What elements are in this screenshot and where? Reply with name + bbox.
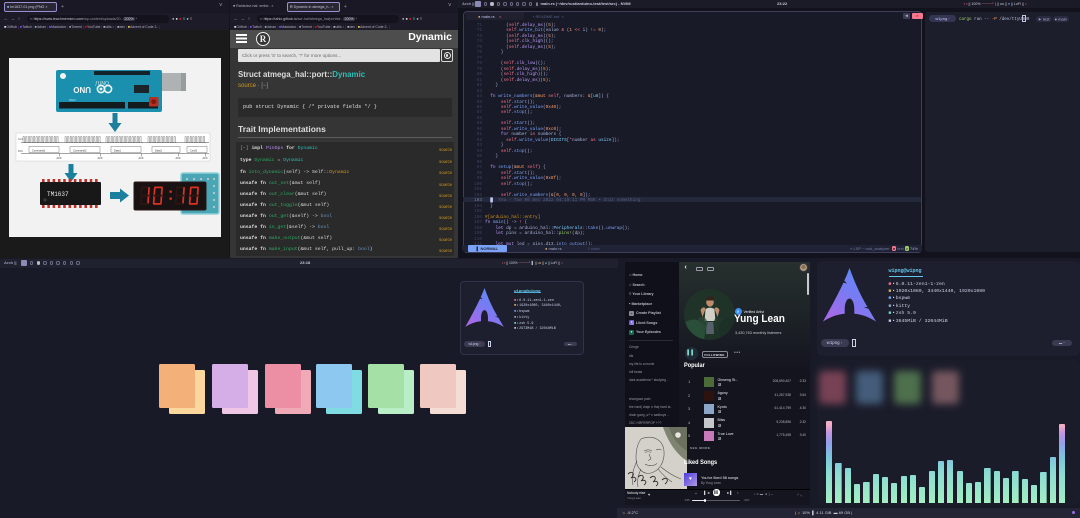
svg-text:CLK: CLK	[18, 137, 24, 141]
svg-text:ACK: ACK	[57, 157, 62, 160]
svg-text:Data1: Data1	[114, 148, 121, 152]
svg-text:TM1637: TM1637	[47, 191, 69, 198]
svg-text:ACK: ACK	[139, 157, 144, 160]
svg-text:Data2: Data2	[155, 148, 162, 152]
svg-text:ITALY: ITALY	[69, 98, 76, 102]
svg-text:Command2: Command2	[73, 148, 87, 152]
svg-text:ACK: ACK	[98, 157, 103, 160]
svg-text:Command1: Command1	[32, 148, 46, 152]
svg-text:UNO: UNO	[73, 85, 91, 94]
svg-text:ACK: ACK	[203, 157, 208, 160]
svg-text:DIO: DIO	[18, 149, 24, 153]
svg-text:ACK: ACK	[176, 157, 181, 160]
svg-text:Cmd3: Cmd3	[190, 148, 197, 152]
